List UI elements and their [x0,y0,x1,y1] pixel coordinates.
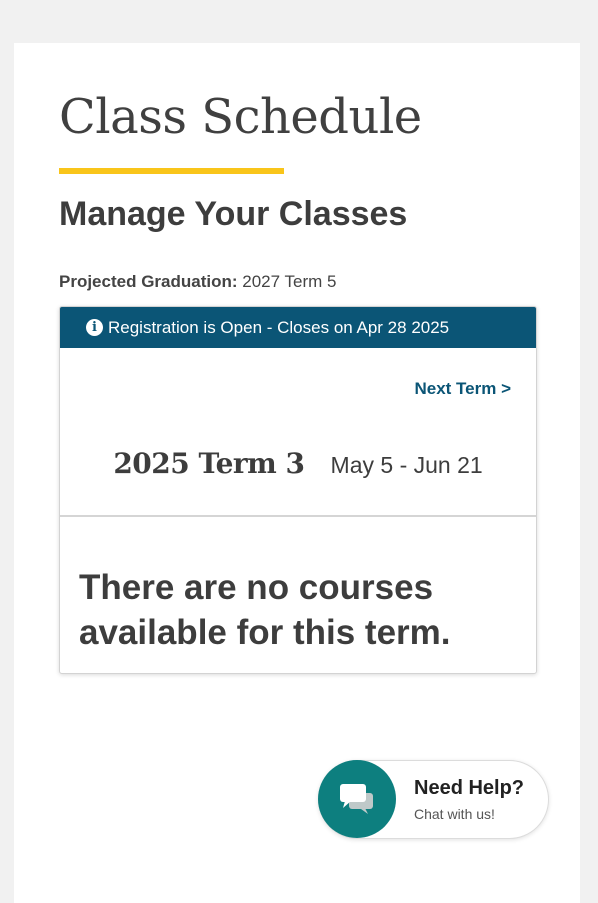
registration-banner-text: Registration is Open - Closes on Apr 28 … [108,317,450,337]
graduation-value: 2027 Term 5 [242,272,337,291]
term-header: 2025 Term 3 May 5 - Jun 21 [60,447,536,480]
help-title: Need Help? [414,777,525,799]
help-subtitle: Chat with us! [414,806,495,822]
title-underline [59,168,284,174]
projected-graduation: Projected Graduation: 2027 Term 5 [59,272,336,292]
page-title: Class Schedule [59,89,422,145]
need-help-chat-button[interactable]: Need Help? Chat with us! [318,760,549,839]
term-name: 2025 Term 3 [113,447,305,480]
divider [60,515,536,517]
term-card: i Registration is Open - Closes on Apr 2… [59,306,537,674]
page-subtitle: Manage Your Classes [59,195,408,233]
empty-courses-message: There are no courses available for this … [79,568,451,652]
info-icon: i [86,319,103,336]
graduation-label: Projected Graduation: [59,272,238,291]
chat-icon-circle[interactable] [318,760,396,838]
next-term-link[interactable]: Next Term > [414,379,511,399]
term-dates: May 5 - Jun 21 [330,452,483,478]
chat-bubbles-icon [340,784,373,814]
registration-banner: i Registration is Open - Closes on Apr 2… [60,307,536,348]
